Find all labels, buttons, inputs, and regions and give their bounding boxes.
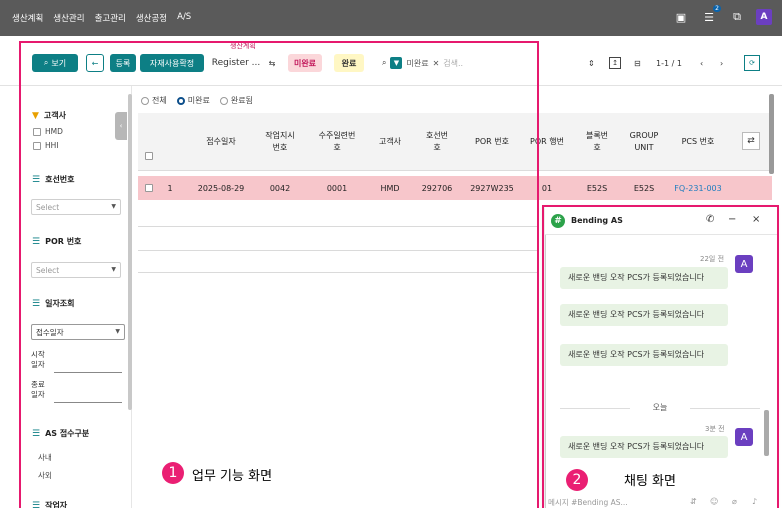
prev-page-icon[interactable]: ‹	[700, 54, 703, 72]
menu-item-production-plan[interactable]: 생산계획	[12, 12, 43, 24]
grid-scrollbar[interactable]	[769, 94, 774, 174]
column-settings-icon[interactable]: ⇄	[742, 132, 760, 150]
column-header[interactable]: GROUP UNIT	[622, 113, 666, 171]
group-icon[interactable]: ⊟	[634, 54, 641, 72]
chat-screen-badge: 2	[566, 469, 588, 491]
table-cell: E52S	[633, 183, 655, 193]
next-page-icon[interactable]: ›	[720, 54, 723, 72]
apps-icon[interactable]: ⧉	[728, 9, 746, 25]
work-screen-annotation-box	[19, 41, 539, 508]
window-icon[interactable]: ▣	[672, 9, 690, 25]
main-menu: 생산계획 생산관리 출고관리 생산공정 A/S	[12, 12, 191, 24]
menu-item-production-management[interactable]: 생산관리	[53, 12, 84, 24]
menu-item-as[interactable]: A/S	[177, 12, 191, 24]
column-header[interactable]: 블록번 호	[572, 113, 622, 171]
work-screen-label: 업무 기능 화면	[192, 469, 273, 484]
notification-count-badge: 2	[713, 5, 721, 12]
pcs-link[interactable]: FQ-231-003	[666, 176, 730, 200]
top-navigation-bar: 생산계획 생산관리 출고관리 생산공정 A/S ▣ ☰ 2 ⧉ A	[0, 0, 782, 36]
expand-icon[interactable]: ⇕	[588, 54, 595, 72]
chat-screen-label: 채팅 화면	[624, 474, 676, 489]
chat-icon[interactable]: ☰ 2	[700, 5, 721, 25]
column-header[interactable]: PCS 번호	[666, 113, 730, 171]
pagination-info: 1-1 / 1	[656, 58, 682, 68]
table-cell: E52S	[586, 183, 608, 193]
export-icon[interactable]: ↥	[609, 57, 621, 69]
work-screen-badge: 1	[162, 462, 184, 484]
refresh-icon[interactable]: ⟳	[744, 55, 760, 71]
menu-item-shipping[interactable]: 출고관리	[95, 12, 126, 24]
chat-screen-annotation-box	[542, 205, 779, 508]
user-avatar[interactable]: A	[756, 9, 772, 25]
menu-item-production-process[interactable]: 생산공정	[136, 12, 167, 24]
